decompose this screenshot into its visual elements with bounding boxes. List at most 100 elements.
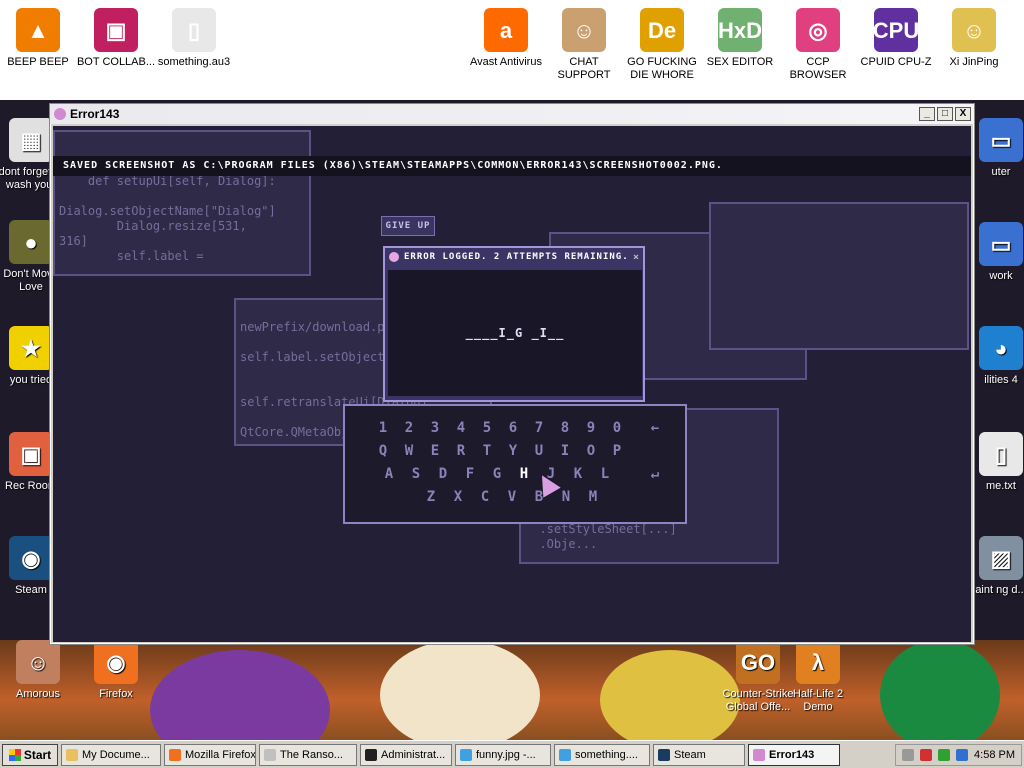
desktop-icon[interactable]: ☺ CHAT SUPPORT [543,8,625,82]
taskbar-button[interactable]: Administrat... [360,743,452,766]
taskbar-button-label: Steam [674,748,706,761]
code-window-pane: def setupUi[self, Dialog]: Dialog.setObj… [53,130,311,276]
desktop-icon-label: Half-Life 2 Demo [792,688,844,713]
desktop-icon[interactable]: λ Half-Life 2 Demo [777,640,859,714]
desktop-icon[interactable]: ▯ something.au3 [153,8,235,69]
key-R[interactable]: R [451,441,471,461]
key-N[interactable]: N [556,487,576,507]
key-I[interactable]: I [555,441,575,461]
desktop-icon-image: λ [796,640,840,684]
key-G[interactable]: G [487,464,507,484]
taskbar-button[interactable]: Mozilla Firefox [164,743,256,766]
tray-network-icon[interactable] [938,748,951,761]
maximize-button[interactable]: □ [937,107,953,121]
key-9[interactable]: 9 [581,418,601,438]
desktop-icon-label: BEEP BEEP [7,56,69,68]
key-1[interactable]: 1 [373,418,393,438]
keyboard-row: QWERTYUIOP [345,441,685,463]
key-0[interactable]: 0 [607,418,627,438]
desktop-icon[interactable]: a Avast Antivirus [465,8,547,69]
close-button[interactable]: X [955,107,971,121]
taskbar-app-icon [559,748,571,761]
key-H[interactable]: H [514,464,534,484]
key-←[interactable]: ← [645,418,665,438]
desktop-icon-label: Amorous [15,688,61,700]
key-U[interactable]: U [529,441,549,461]
key-6[interactable]: 6 [503,418,523,438]
code-text: def setupUi[self, Dialog]: Dialog.setObj… [59,174,276,263]
desktop-icon[interactable]: De GO FUCKING DIE WHORE [621,8,703,82]
keyboard-row: ZXCVBNM [345,487,685,509]
minimize-button[interactable]: _ [919,107,935,121]
wallpaper-shape [150,650,330,740]
key-L[interactable]: L [595,464,615,484]
key-2[interactable]: 2 [399,418,419,438]
wallpaper-shape [380,640,540,740]
desktop-icon[interactable]: ◉ Firefox [75,640,157,701]
app-icon [54,108,66,120]
key-3[interactable]: 3 [425,418,445,438]
error143-window[interactable]: Error143 _ □ X def setupUi[self, Dialog]… [49,103,975,645]
taskbar-button[interactable]: My Docume... [61,743,161,766]
keyboard-row: A S D F G H J K L ↵ [345,464,685,486]
tray-volume-icon[interactable] [956,748,969,761]
key-C[interactable]: C [475,487,495,507]
taskbar-button-label: My Docume... [82,748,150,761]
taskbar-button[interactable]: funny.jpg -... [455,743,551,766]
desktop-icon[interactable]: CPU CPUID CPU-Z [855,8,937,69]
taskbar-button[interactable]: Error143 [748,743,840,766]
taskbar-button[interactable]: something.... [554,743,650,766]
window-titlebar[interactable]: Error143 _ □ X [50,104,974,124]
taskbar-button[interactable]: Steam [653,743,745,766]
clock[interactable]: 4:58 PM [974,749,1015,761]
key-S[interactable]: S [406,464,426,484]
desktop-icon[interactable]: ☺ Xi JinPing [933,8,1015,69]
taskbar-button[interactable]: The Ranso... [259,743,357,766]
key-Q[interactable]: Q [373,441,393,461]
error-dialog: ERROR LOGGED. 2 ATTEMPTS REMAINING. × __… [383,246,645,402]
desktop-icon[interactable]: HxD SEX EDITOR [699,8,781,69]
key-X[interactable]: X [448,487,468,507]
tray-flag-icon[interactable] [920,748,933,761]
key-M[interactable]: M [583,487,603,507]
desktop-icon[interactable]: ▲ BEEP BEEP [0,8,79,69]
screenshot-saved-banner: SAVED SCREENSHOT AS C:\PROGRAM FILES (X8… [53,156,971,176]
key-P[interactable]: P [607,441,627,461]
game-area[interactable]: def setupUi[self, Dialog]: Dialog.setObj… [53,126,971,642]
give-up-button[interactable]: GIVE UP [381,216,435,236]
key-V[interactable]: V [502,487,522,507]
desktop-icon[interactable]: ▣ BOT COLLAB... [75,8,157,69]
key-5[interactable]: 5 [477,418,497,438]
key-K[interactable]: K [568,464,588,484]
key-8[interactable]: 8 [555,418,575,438]
desktop-icon-image: a [484,8,528,52]
key-Y[interactable]: Y [503,441,523,461]
desktop-icon-image: ▯ [979,432,1023,476]
start-button[interactable]: Start [2,743,58,766]
key-O[interactable]: O [581,441,601,461]
key-D[interactable]: D [433,464,453,484]
desktop-icon-image: ◕ [979,326,1023,370]
tray-arrow-icon[interactable] [902,748,915,761]
keyboard-row: 1 2 3 4 5 6 7 8 9 0 ← [345,418,685,440]
desktop-icon-image: ☺ [952,8,996,52]
desktop-icon-image: ◉ [94,640,138,684]
taskbar-app-icon [753,748,765,761]
key-7[interactable]: 7 [529,418,549,438]
key-A[interactable]: A [379,464,399,484]
close-icon[interactable]: × [633,252,640,263]
key-T[interactable]: T [477,441,497,461]
desktop-icon[interactable]: ☺ Amorous [0,640,79,701]
key-W[interactable]: W [399,441,419,461]
key-4[interactable]: 4 [451,418,471,438]
desktop-icon-image: ▯ [172,8,216,52]
key-E[interactable]: E [425,441,445,461]
key-↵[interactable]: ↵ [645,464,665,484]
taskbar-button-label: Error143 [769,748,815,761]
desktop-icon[interactable]: ◎ CCP BROWSER [777,8,859,82]
taskbar-app-icon [66,748,78,761]
key-F[interactable]: F [460,464,480,484]
key-Z[interactable]: Z [421,487,441,507]
desktop-icon-image: ☺ [16,640,60,684]
desktop-icon-image: CPU [873,8,919,52]
